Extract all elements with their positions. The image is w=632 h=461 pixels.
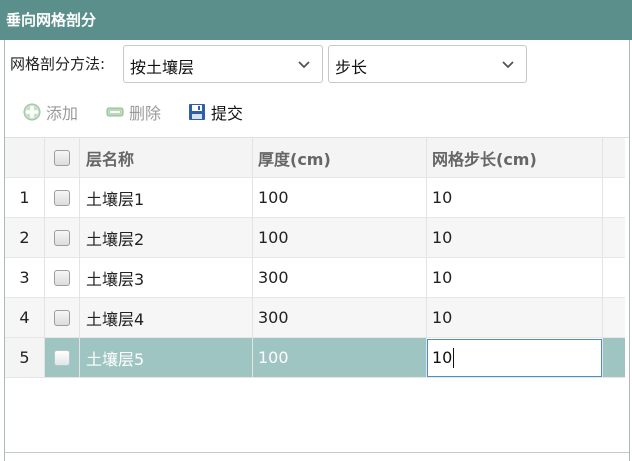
header-row-number — [5, 138, 45, 178]
chevron-down-icon — [298, 61, 310, 69]
layer-name-cell[interactable]: 土壤层3 — [80, 258, 253, 298]
grid-step-cell[interactable]: 10 — [427, 178, 603, 218]
thickness-cell[interactable]: 300 — [253, 298, 427, 338]
minus-bar-icon — [106, 107, 124, 117]
row-filler — [603, 258, 625, 298]
row-filler — [603, 218, 625, 258]
grid-header-row: 层名称 厚度(cm) 网格步长(cm) — [5, 138, 629, 178]
submit-button-label: 提交 — [211, 104, 244, 123]
bottom-divider — [5, 452, 629, 453]
row-number: 4 — [5, 298, 45, 338]
row-number: 3 — [5, 258, 45, 298]
dialog-body: 网格剖分方法: 按土壤层 步长 添加 删除 提交 层名称 厚度(cm) 网格步长… — [4, 40, 630, 461]
table-row[interactable]: 3 土壤层3 300 10 — [5, 258, 629, 298]
toolbar: 添加 删除 提交 — [5, 90, 629, 134]
thickness-cell[interactable]: 100 — [253, 218, 427, 258]
thickness-cell[interactable]: 100 — [253, 178, 427, 218]
grid-step-edit-input[interactable]: 10 — [427, 338, 602, 377]
table-row-selected[interactable]: 5 土壤层5 100 10 — [5, 338, 629, 378]
method-select[interactable]: 按土壤层 — [123, 45, 323, 83]
dialog-window: 垂向网格剖分 网格剖分方法: 按土壤层 步长 添加 删除 提交 层名称 厚度(c… — [0, 0, 632, 461]
plus-circle-icon — [23, 103, 41, 121]
chevron-down-icon — [502, 61, 514, 69]
table-row[interactable]: 2 土壤层2 100 10 — [5, 218, 629, 258]
row-checkbox[interactable] — [54, 309, 70, 326]
thickness-cell[interactable]: 100 — [253, 338, 427, 378]
layer-name-cell[interactable]: 土壤层4 — [80, 298, 253, 338]
row-checkbox[interactable] — [54, 229, 70, 246]
window-title: 垂向网格剖分 — [0, 0, 632, 40]
grid-step-cell-editing[interactable]: 10 — [427, 338, 603, 378]
grid-step-cell[interactable]: 10 — [427, 218, 603, 258]
submit-button[interactable]: 提交 — [187, 100, 243, 124]
floppy-disk-icon — [189, 104, 205, 120]
add-button-label: 添加 — [46, 104, 79, 123]
layer-name-cell[interactable]: 土壤层5 — [80, 338, 253, 378]
add-button[interactable]: 添加 — [22, 100, 78, 124]
header-thickness[interactable]: 厚度(cm) — [253, 138, 427, 178]
select-all-checkbox[interactable] — [54, 149, 70, 166]
layer-name-cell[interactable]: 土壤层2 — [80, 218, 253, 258]
table-row[interactable]: 4 土壤层4 300 10 — [5, 298, 629, 338]
method-select-value: 按土壤层 — [130, 58, 195, 77]
row-number: 2 — [5, 218, 45, 258]
header-layer-name[interactable]: 层名称 — [80, 138, 253, 178]
row-checkbox[interactable] — [54, 269, 70, 286]
row-filler — [603, 178, 625, 218]
layer-grid: 层名称 厚度(cm) 网格步长(cm) 1 土壤层1 100 10 2 土壤层2… — [5, 137, 629, 378]
row-checkbox-cell[interactable] — [45, 298, 80, 338]
row-checkbox-cell[interactable] — [45, 338, 80, 378]
row-checkbox-cell[interactable] — [45, 218, 80, 258]
row-filler — [603, 338, 625, 378]
row-number: 1 — [5, 178, 45, 218]
thickness-cell[interactable]: 300 — [253, 258, 427, 298]
grid-step-cell[interactable]: 10 — [427, 298, 603, 338]
method-label: 网格剖分方法: — [10, 55, 106, 73]
header-filler — [603, 138, 625, 178]
method-row: 网格剖分方法: 按土壤层 步长 — [5, 45, 629, 83]
row-checkbox-cell[interactable] — [45, 258, 80, 298]
grid-step-edit-value: 10 — [432, 348, 453, 367]
row-number: 5 — [5, 338, 45, 378]
header-grid-step[interactable]: 网格步长(cm) — [427, 138, 603, 178]
step-mode-select-value: 步长 — [335, 58, 368, 77]
text-caret — [453, 347, 455, 368]
layer-name-cell[interactable]: 土壤层1 — [80, 178, 253, 218]
delete-button[interactable]: 删除 — [105, 100, 161, 124]
row-checkbox[interactable] — [54, 349, 70, 366]
header-select-all[interactable] — [45, 138, 80, 178]
step-mode-select[interactable]: 步长 — [328, 45, 527, 83]
row-filler — [603, 298, 625, 338]
row-checkbox[interactable] — [54, 189, 70, 206]
table-row[interactable]: 1 土壤层1 100 10 — [5, 178, 629, 218]
grid-step-cell[interactable]: 10 — [427, 258, 603, 298]
row-checkbox-cell[interactable] — [45, 178, 80, 218]
delete-button-label: 删除 — [129, 104, 162, 123]
